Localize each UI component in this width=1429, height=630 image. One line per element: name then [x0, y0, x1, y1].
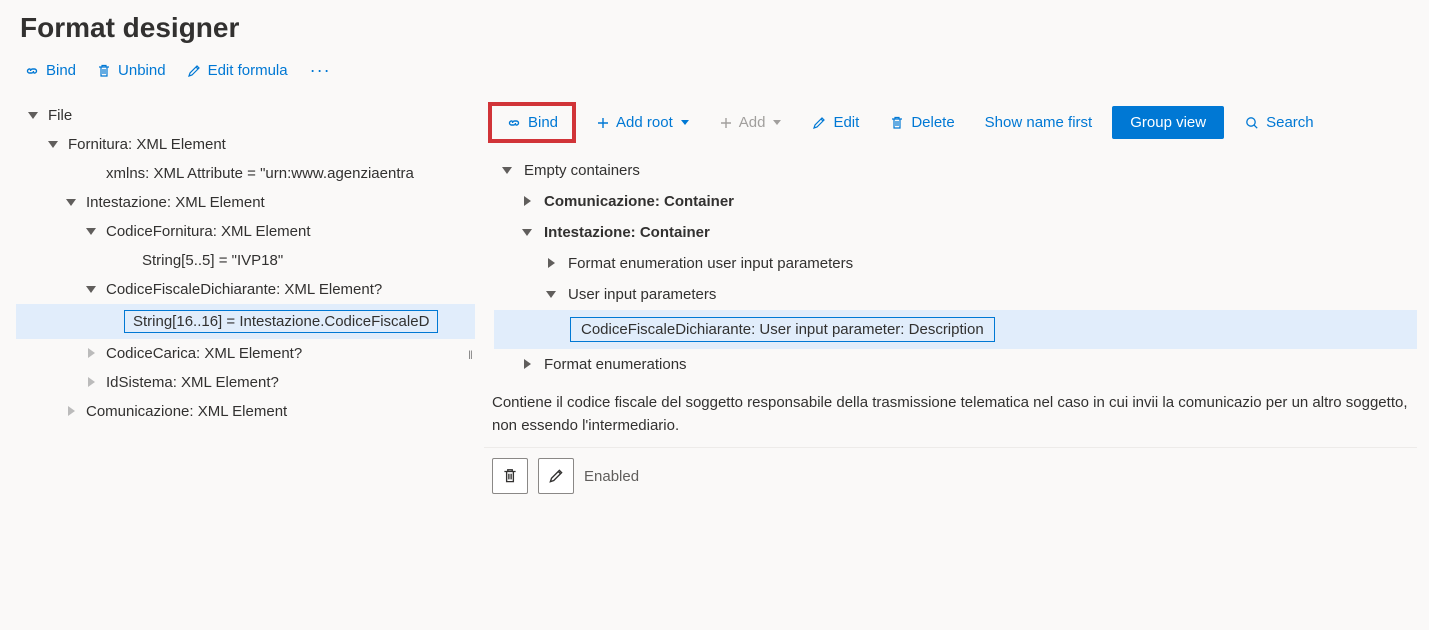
caret-icon[interactable]	[28, 110, 40, 122]
splitter-handle[interactable]: ‖	[468, 348, 473, 362]
unbind-label: Unbind	[118, 62, 166, 79]
caret-icon[interactable]	[86, 226, 98, 238]
format-tree-pane: File Fornitura: XML Element xmlns: XML A…	[0, 93, 475, 630]
group-view-button[interactable]: Group view	[1112, 106, 1224, 139]
edit-icon	[186, 63, 202, 79]
search-icon	[1244, 115, 1260, 131]
ellipsis-icon: ···	[310, 60, 331, 80]
tree-label: String[5..5] = "IVP18"	[142, 252, 283, 269]
caret-icon[interactable]	[502, 165, 514, 177]
mtree-label: Empty containers	[524, 162, 640, 179]
caret-icon[interactable]	[86, 284, 98, 296]
mtree-label-selected: CodiceFiscaleDichiarante: User input par…	[570, 317, 995, 342]
tree-node-string-ivp18[interactable]: String[5..5] = "IVP18"	[16, 246, 475, 275]
chevron-down-icon	[773, 120, 781, 125]
mtree-format-enumerations[interactable]: Format enumerations	[494, 349, 1417, 380]
tree-label: CodiceFiscaleDichiarante: XML Element?	[106, 281, 382, 298]
edit-formula-label: Edit formula	[208, 62, 288, 79]
edit-icon	[547, 467, 565, 485]
bind-label: Bind	[46, 62, 76, 79]
add-label: Add	[739, 114, 766, 131]
show-name-first-label: Show name first	[985, 114, 1093, 131]
tree-node-intestazione[interactable]: Intestazione: XML Element	[16, 188, 475, 217]
tree-node-fornitura[interactable]: Fornitura: XML Element	[16, 130, 475, 159]
show-name-first-button[interactable]: Show name first	[975, 108, 1103, 137]
edit-button[interactable]: Edit	[801, 108, 869, 137]
mtree-intestazione[interactable]: Intestazione: Container	[494, 217, 1417, 248]
edit-formula-button[interactable]: Edit formula	[178, 58, 296, 83]
add-button: Add	[709, 108, 792, 137]
delete-button[interactable]: Delete	[879, 108, 964, 137]
mapping-toolbar: Bind Add root Add Edit	[484, 96, 1417, 155]
mapping-tree: Empty containers Comunicazione: Containe…	[484, 155, 1417, 380]
mtree-comunicazione[interactable]: Comunicazione: Container	[494, 186, 1417, 217]
trash-icon	[501, 467, 519, 485]
caret-icon[interactable]	[86, 377, 98, 389]
tree-node-string16-selected[interactable]: String[16..16] = Intestazione.CodiceFisc…	[16, 304, 475, 339]
plus-icon	[596, 116, 610, 130]
mtree-label: Format enumeration user input parameters	[568, 255, 853, 272]
caret-icon[interactable]	[522, 359, 534, 371]
edit-icon-button[interactable]	[538, 458, 574, 494]
bottom-bar: Enabled	[484, 447, 1417, 494]
tree-label: IdSistema: XML Element?	[106, 374, 279, 391]
tree-label-selected: String[16..16] = Intestazione.CodiceFisc…	[124, 310, 438, 333]
top-toolbar: Bind Unbind Edit formula ···	[0, 48, 1429, 93]
trash-icon	[96, 63, 112, 79]
tree-label: Fornitura: XML Element	[68, 136, 226, 153]
add-root-button[interactable]: Add root	[586, 108, 699, 137]
mtree-user-input-params[interactable]: User input parameters	[494, 279, 1417, 310]
mtree-codicefiscale-selected[interactable]: CodiceFiscaleDichiarante: User input par…	[494, 310, 1417, 349]
caret-icon[interactable]	[48, 139, 60, 151]
mtree-label: Comunicazione: Container	[544, 193, 734, 210]
right-pane: Format Mapping Transformations Validatio…	[475, 93, 1429, 630]
caret-icon[interactable]	[66, 406, 78, 418]
caret-icon[interactable]	[66, 197, 78, 209]
tree-node-file[interactable]: File	[16, 101, 475, 130]
tree-node-codicefornitura[interactable]: CodiceFornitura: XML Element	[16, 217, 475, 246]
mtree-label: Intestazione: Container	[544, 224, 710, 241]
mapping-bind-button[interactable]: Bind	[488, 102, 576, 143]
mtree-label: Format enumerations	[544, 356, 687, 373]
mapping-bind-label: Bind	[528, 114, 558, 131]
mtree-empty-containers[interactable]: Empty containers	[494, 155, 1417, 186]
bind-button[interactable]: Bind	[16, 58, 84, 83]
tree-label: File	[48, 107, 72, 124]
link-icon	[506, 115, 522, 131]
plus-icon	[719, 116, 733, 130]
mtree-format-enum-params[interactable]: Format enumeration user input parameters	[494, 248, 1417, 279]
unbind-button[interactable]: Unbind	[88, 58, 174, 83]
main-split: File Fornitura: XML Element xmlns: XML A…	[0, 93, 1429, 630]
add-root-label: Add root	[616, 114, 673, 131]
tree-node-idsistema[interactable]: IdSistema: XML Element?	[16, 368, 475, 397]
tree-label: CodiceFornitura: XML Element	[106, 223, 311, 240]
page-title: Format designer	[0, 0, 1429, 48]
tree-node-xmlns[interactable]: xmlns: XML Attribute = "urn:www.agenziae…	[16, 159, 475, 188]
chevron-down-icon	[681, 120, 689, 125]
more-button[interactable]: ···	[300, 56, 341, 85]
caret-icon[interactable]	[546, 258, 558, 270]
caret-icon[interactable]	[522, 227, 534, 239]
search-label: Search	[1266, 114, 1314, 131]
tree-node-comunicazione[interactable]: Comunicazione: XML Element	[16, 397, 475, 426]
edit-label: Edit	[833, 114, 859, 131]
caret-icon[interactable]	[546, 289, 558, 301]
tree-node-codicefiscaledichiarante[interactable]: CodiceFiscaleDichiarante: XML Element?	[16, 275, 475, 304]
tree-label: Comunicazione: XML Element	[86, 403, 287, 420]
tree-label: Intestazione: XML Element	[86, 194, 265, 211]
delete-label: Delete	[911, 114, 954, 131]
tree-label: xmlns: XML Attribute = "urn:www.agenziae…	[106, 165, 414, 182]
tree-node-codicecarica[interactable]: CodiceCarica: XML Element?	[16, 339, 475, 368]
edit-icon	[811, 115, 827, 131]
delete-icon-button[interactable]	[492, 458, 528, 494]
caret-icon[interactable]	[86, 348, 98, 360]
status-label: Enabled	[584, 468, 639, 485]
caret-icon[interactable]	[522, 196, 534, 208]
tree-label: CodiceCarica: XML Element?	[106, 345, 302, 362]
description-text: Contiene il codice fiscale del soggetto …	[484, 388, 1417, 441]
trash-icon	[889, 115, 905, 131]
link-icon	[24, 63, 40, 79]
mtree-label: User input parameters	[568, 286, 716, 303]
search-button[interactable]: Search	[1234, 108, 1324, 137]
